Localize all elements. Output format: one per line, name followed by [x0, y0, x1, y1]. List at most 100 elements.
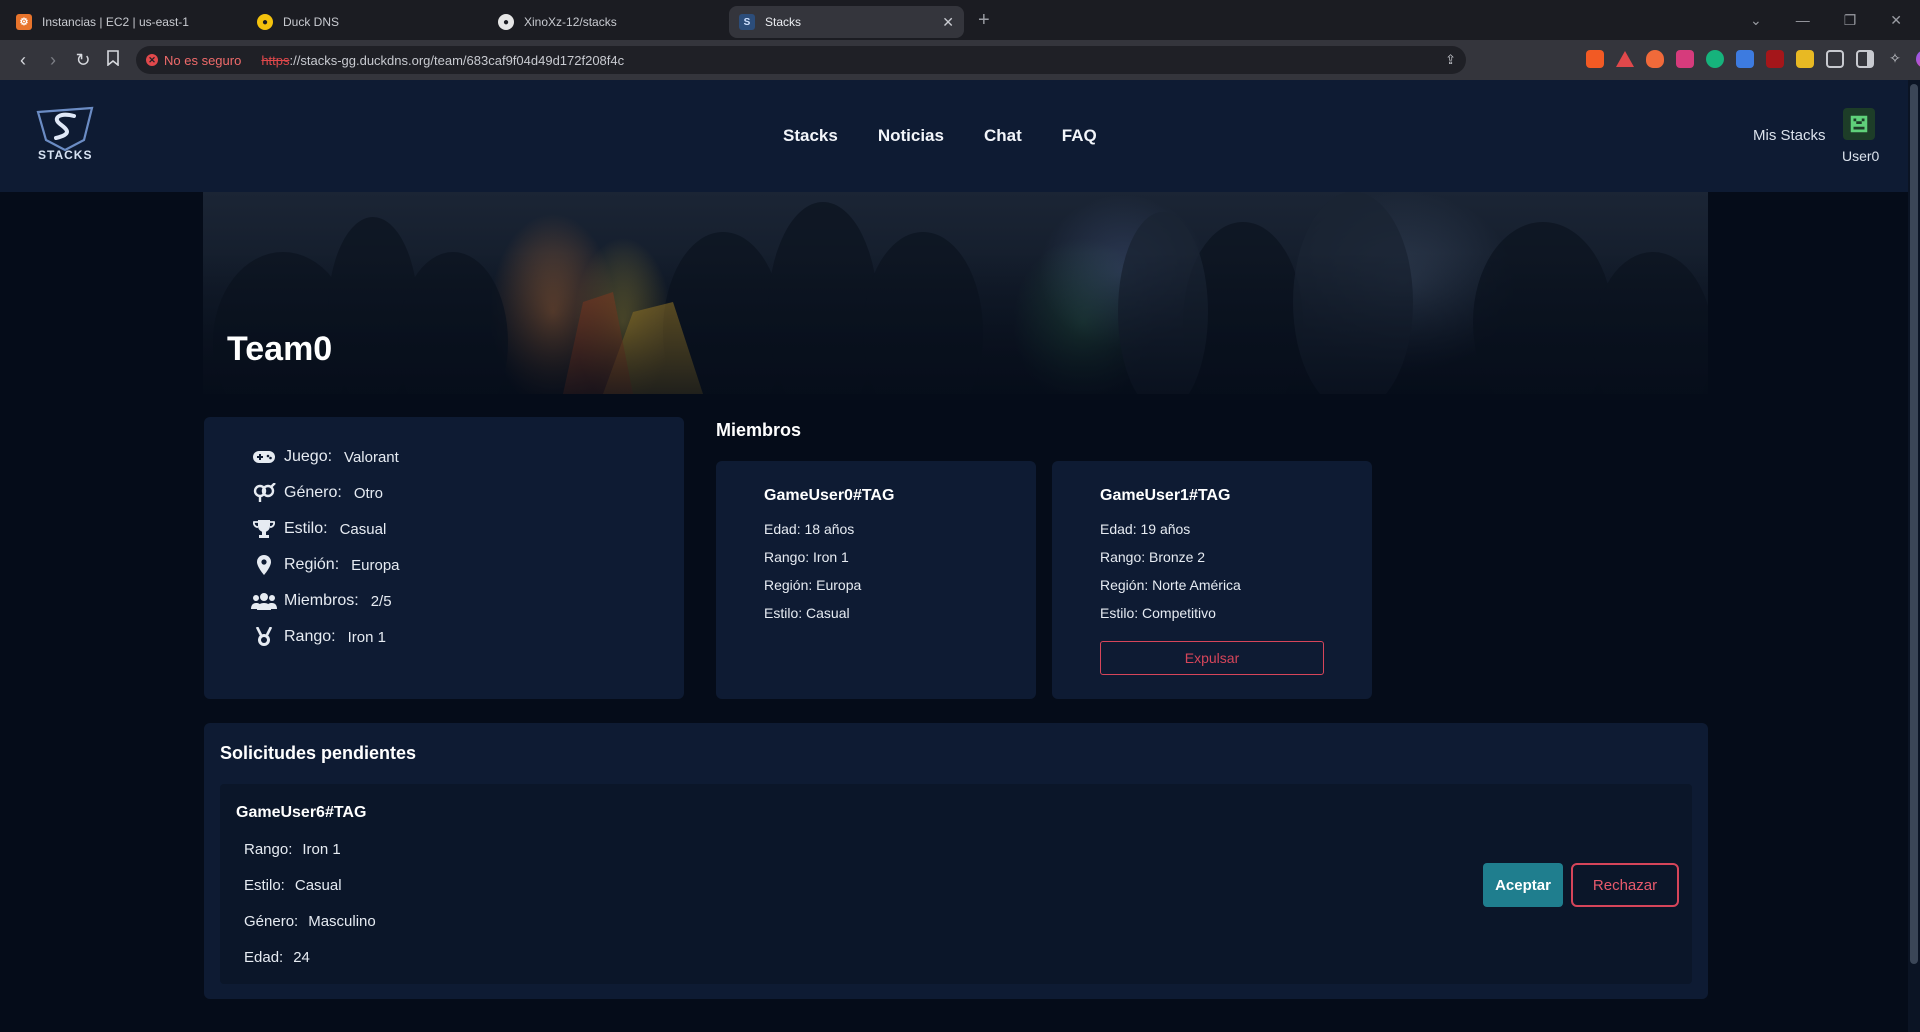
info-row-members: Miembros: 2/5 — [250, 583, 684, 619]
logo-text: STACKS — [38, 148, 93, 162]
close-window-icon[interactable]: ✕ — [1890, 12, 1902, 29]
restore-icon[interactable]: ❐ — [1844, 12, 1857, 29]
member-name: GameUser1#TAG — [1100, 487, 1231, 504]
location-pin-icon — [250, 555, 278, 575]
accept-button[interactable]: Aceptar — [1483, 863, 1563, 907]
info-label: Rango: — [284, 628, 336, 645]
tab-title: Stacks — [765, 15, 802, 29]
nav-faq[interactable]: FAQ — [1062, 126, 1097, 146]
info-value: Otro — [353, 484, 383, 502]
nav-noticias[interactable]: Noticias — [878, 126, 944, 146]
url-actions: ⇪ — [1445, 52, 1456, 68]
tab-title: XinoXz-12/stacks — [524, 15, 617, 29]
url-path: ://stacks-gg.duckdns.org/team/683caf9f04… — [289, 52, 625, 68]
shield-extension-icon[interactable] — [1676, 50, 1694, 68]
request-gender-value: Masculino — [308, 913, 376, 930]
nav-stacks[interactable]: Stacks — [783, 126, 838, 146]
site-header: STACKS Stacks Noticias Chat FAQ Mis Stac… — [0, 80, 1908, 192]
info-label: Juego: — [284, 448, 333, 465]
github-icon: ● — [498, 14, 514, 30]
request-details: Rango: Iron 1 Estilo: Casual Género: Mascul… — [244, 832, 376, 976]
leo-ai-icon[interactable]: ✧ — [1886, 50, 1904, 68]
info-value: 2/5 — [370, 592, 392, 610]
member-rank: Rango: Iron 1 — [764, 549, 849, 565]
tab-stacks[interactable]: S Stacks ✕ — [729, 6, 964, 38]
nav-chat[interactable]: Chat — [984, 126, 1022, 146]
info-row-region: Región: Europa — [250, 547, 684, 583]
stacks-icon: S — [739, 14, 755, 30]
address-bar[interactable]: ✕ No es seguro https://stacks-gg.duckdns… — [136, 46, 1466, 74]
close-tab-icon[interactable]: ✕ — [942, 14, 954, 31]
page-content: STACKS Stacks Noticias Chat FAQ Mis Stac… — [0, 80, 1908, 1032]
team-info-card: Juego: Valorant Género: Otro Estilo: Cas… — [204, 417, 684, 699]
info-row-rank: Rango: Iron 1 — [250, 619, 684, 655]
member-region: Región: Norte América — [1100, 577, 1241, 593]
member-style: Estilo: Casual — [764, 605, 850, 621]
minimize-icon[interactable]: — — [1796, 12, 1810, 28]
expel-button[interactable]: Expulsar — [1100, 641, 1324, 675]
request-card: GameUser6#TAG Rango: Iron 1 Estilo: Casual… — [220, 784, 1692, 984]
member-age: Edad: 19 años — [1100, 521, 1191, 537]
aws-icon: ⚙ — [16, 14, 32, 30]
username[interactable]: User0 — [1842, 148, 1879, 164]
info-value: Valorant — [344, 448, 399, 466]
request-gender-label: Género: — [244, 913, 299, 930]
avatar[interactable] — [1843, 108, 1875, 140]
forward-icon[interactable]: › — [38, 50, 68, 71]
member-card: GameUser1#TAG Edad: 19 años Rango: Bronz… — [1052, 461, 1372, 699]
brave-shield-icon[interactable] — [1586, 50, 1604, 68]
tab-title: Instancias | EC2 | us-east-1 — [42, 15, 189, 29]
tab-github[interactable]: ● XinoXz-12/stacks — [488, 6, 723, 38]
info-label: Miembros: — [284, 592, 359, 609]
reload-icon[interactable]: ↻ — [68, 50, 98, 71]
member-region: Región: Europa — [764, 577, 862, 593]
request-age: Edad: 24 — [244, 940, 376, 976]
translate-icon[interactable] — [1736, 50, 1754, 68]
member-card: GameUser0#TAG Edad: 18 años Rango: Iron … — [716, 461, 1036, 699]
request-age-label: Edad: — [244, 949, 284, 966]
request-rank-value: Iron 1 — [302, 841, 341, 858]
medal-icon — [250, 627, 278, 647]
tab-title: Duck DNS — [283, 15, 340, 29]
bookmark-icon[interactable] — [98, 49, 128, 71]
share-icon[interactable]: ⇪ — [1445, 52, 1456, 68]
back-icon[interactable]: ‹ — [8, 50, 38, 71]
info-row-game: Juego: Valorant — [250, 439, 684, 475]
insecure-label: No es seguro — [164, 52, 242, 68]
scrollbar-thumb[interactable] — [1910, 84, 1918, 964]
info-label: Estilo: — [284, 520, 328, 537]
team-banner: Team0 — [203, 192, 1708, 394]
security-indicator[interactable]: ✕ No es seguro — [146, 53, 241, 68]
info-value: Iron 1 — [347, 628, 386, 646]
tab-duckdns[interactable]: ● Duck DNS — [247, 6, 482, 38]
request-style-label: Estilo: — [244, 877, 285, 894]
tab-search-icon[interactable]: ⌄ — [1750, 12, 1762, 29]
profile-icon[interactable] — [1916, 50, 1920, 68]
extensions-icon[interactable] — [1826, 50, 1844, 68]
my-stacks-link[interactable]: Mis Stacks — [1753, 127, 1826, 144]
extensions-bar: ✧ ☰ — [1586, 50, 1920, 68]
new-tab-icon[interactable]: + — [978, 9, 990, 32]
request-style: Estilo: Casual — [244, 868, 376, 904]
pending-requests-title: Solicitudes pendientes — [220, 743, 417, 763]
brave-rewards-icon[interactable] — [1616, 51, 1634, 67]
ublock-icon[interactable] — [1766, 50, 1784, 68]
banner-overlay — [203, 192, 1708, 394]
request-style-value: Casual — [294, 877, 342, 894]
request-rank-label: Rango: — [244, 841, 293, 858]
tab-ec2[interactable]: ⚙ Instancias | EC2 | us-east-1 — [6, 6, 241, 38]
gender-icon — [250, 483, 278, 503]
team-name: Team0 — [227, 330, 333, 368]
request-gender: Género: Masculino — [244, 904, 376, 940]
request-user-name: GameUser6#TAG — [236, 804, 367, 821]
sidebar-icon[interactable] — [1856, 50, 1874, 68]
url-text[interactable]: https://stacks-gg.duckdns.org/team/683ca… — [261, 53, 624, 68]
reject-button[interactable]: Rechazar — [1571, 863, 1679, 907]
window-controls: ⌄ — ❐ ✕ — [1750, 0, 1920, 40]
wallet-icon[interactable] — [1796, 50, 1814, 68]
info-value: Casual — [339, 520, 387, 538]
info-label: Género: — [284, 484, 342, 501]
flame-extension-icon[interactable] — [1646, 50, 1664, 68]
grammarly-icon[interactable] — [1706, 50, 1724, 68]
info-row-style: Estilo: Casual — [250, 511, 684, 547]
